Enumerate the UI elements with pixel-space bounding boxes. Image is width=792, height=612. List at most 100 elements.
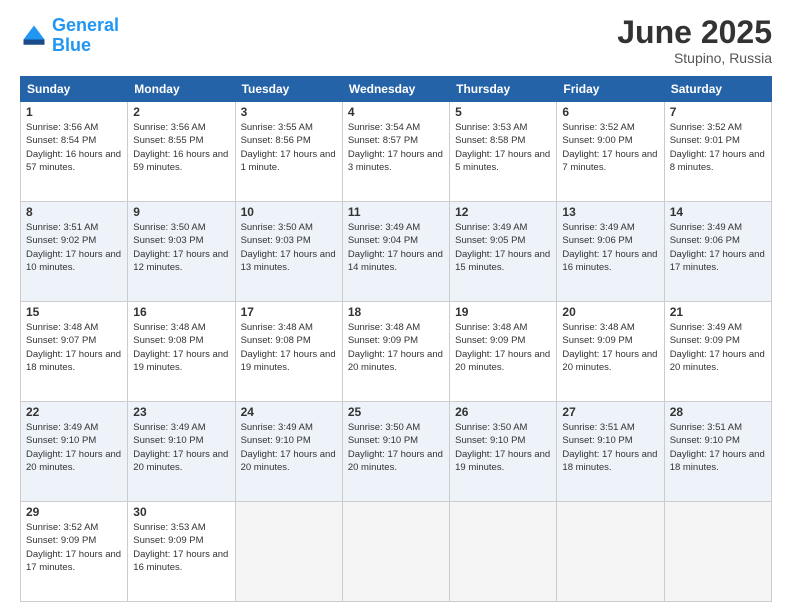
calendar-cell: 8Sunrise: 3:51 AMSunset: 9:02 PMDaylight… xyxy=(21,202,128,302)
calendar-cell: 9 Sunrise: 3:50 AMSunset: 9:03 PMDaylight… xyxy=(128,202,235,302)
day-info: Sunrise: 3:50 AMSunset: 9:03 PMDaylight:… xyxy=(133,221,229,274)
day-info: Sunrise: 3:49 AMSunset: 9:04 PMDaylight:… xyxy=(348,221,444,274)
day-number: 20 xyxy=(562,305,658,319)
day-number: 10 xyxy=(241,205,337,219)
day-info: Sunrise: 3:48 AMSunset: 9:07 PMDaylight:… xyxy=(26,321,122,374)
calendar-cell: 21 Sunrise: 3:49 AMSunset: 9:09 PMDayligh… xyxy=(664,302,771,402)
calendar-cell: 29 Sunrise: 3:52 AMSunset: 9:09 PMDayligh… xyxy=(21,502,128,602)
weekday-header-thursday: Thursday xyxy=(450,77,557,102)
calendar-week-3: 15 Sunrise: 3:48 AMSunset: 9:07 PMDayligh… xyxy=(21,302,772,402)
calendar-cell: 17Sunrise: 3:48 AMSunset: 9:08 PMDayligh… xyxy=(235,302,342,402)
weekday-header-wednesday: Wednesday xyxy=(342,77,449,102)
calendar-cell: 19 Sunrise: 3:48 AMSunset: 9:09 PMDayligh… xyxy=(450,302,557,402)
calendar-cell: 6 Sunrise: 3:52 AMSunset: 9:00 PMDaylight… xyxy=(557,102,664,202)
day-info: Sunrise: 3:52 AMSunset: 9:00 PMDaylight:… xyxy=(562,121,658,174)
day-number: 30 xyxy=(133,505,229,519)
day-info: Sunrise: 3:49 AMSunset: 9:10 PMDaylight:… xyxy=(241,421,337,474)
calendar-week-2: 8Sunrise: 3:51 AMSunset: 9:02 PMDaylight… xyxy=(21,202,772,302)
day-number: 28 xyxy=(670,405,766,419)
day-info: Sunrise: 3:49 AMSunset: 9:06 PMDaylight:… xyxy=(670,221,766,274)
calendar-cell xyxy=(664,502,771,602)
calendar-cell: 28 Sunrise: 3:51 AMSunset: 9:10 PMDayligh… xyxy=(664,402,771,502)
day-number: 7 xyxy=(670,105,766,119)
calendar-cell xyxy=(235,502,342,602)
calendar-cell: 7Sunrise: 3:52 AMSunset: 9:01 PMDaylight… xyxy=(664,102,771,202)
day-number: 15 xyxy=(26,305,122,319)
day-info: Sunrise: 3:48 AMSunset: 9:09 PMDaylight:… xyxy=(455,321,551,374)
calendar-cell xyxy=(557,502,664,602)
day-info: Sunrise: 3:55 AMSunset: 8:56 PMDaylight:… xyxy=(241,121,337,174)
calendar-cell: 24Sunrise: 3:49 AMSunset: 9:10 PMDayligh… xyxy=(235,402,342,502)
calendar-cell: 2 Sunrise: 3:56 AMSunset: 8:55 PMDaylight… xyxy=(128,102,235,202)
day-info: Sunrise: 3:49 AMSunset: 9:09 PMDaylight:… xyxy=(670,321,766,374)
weekday-header-friday: Friday xyxy=(557,77,664,102)
header: GeneralBlue June 2025 Stupino, Russia xyxy=(20,16,772,66)
logo: GeneralBlue xyxy=(20,16,119,56)
calendar-cell: 18Sunrise: 3:48 AMSunset: 9:09 PMDayligh… xyxy=(342,302,449,402)
weekday-header-sunday: Sunday xyxy=(21,77,128,102)
day-number: 9 xyxy=(133,205,229,219)
day-info: Sunrise: 3:50 AMSunset: 9:10 PMDaylight:… xyxy=(348,421,444,474)
day-number: 27 xyxy=(562,405,658,419)
day-number: 16 xyxy=(133,305,229,319)
logo-icon xyxy=(20,22,48,50)
day-info: Sunrise: 3:48 AMSunset: 9:08 PMDaylight:… xyxy=(133,321,229,374)
calendar-cell: 4 Sunrise: 3:54 AMSunset: 8:57 PMDaylight… xyxy=(342,102,449,202)
day-info: Sunrise: 3:52 AMSunset: 9:09 PMDaylight:… xyxy=(26,521,122,574)
weekday-header-tuesday: Tuesday xyxy=(235,77,342,102)
calendar-cell xyxy=(450,502,557,602)
weekday-header-monday: Monday xyxy=(128,77,235,102)
day-info: Sunrise: 3:49 AMSunset: 9:10 PMDaylight:… xyxy=(133,421,229,474)
day-number: 12 xyxy=(455,205,551,219)
day-number: 19 xyxy=(455,305,551,319)
calendar-cell: 16 Sunrise: 3:48 AMSunset: 9:08 PMDayligh… xyxy=(128,302,235,402)
calendar-cell: 22Sunrise: 3:49 AMSunset: 9:10 PMDayligh… xyxy=(21,402,128,502)
calendar-cell: 5 Sunrise: 3:53 AMSunset: 8:58 PMDaylight… xyxy=(450,102,557,202)
day-info: Sunrise: 3:50 AMSunset: 9:03 PMDaylight:… xyxy=(241,221,337,274)
month-title: June 2025 xyxy=(617,16,772,48)
day-info: Sunrise: 3:51 AMSunset: 9:10 PMDaylight:… xyxy=(670,421,766,474)
day-info: Sunrise: 3:48 AMSunset: 9:08 PMDaylight:… xyxy=(241,321,337,374)
calendar-cell: 30 Sunrise: 3:53 AMSunset: 9:09 PMDayligh… xyxy=(128,502,235,602)
day-number: 23 xyxy=(133,405,229,419)
day-number: 5 xyxy=(455,105,551,119)
day-number: 14 xyxy=(670,205,766,219)
calendar-cell: 13 Sunrise: 3:49 AMSunset: 9:06 PMDayligh… xyxy=(557,202,664,302)
calendar-cell: 3 Sunrise: 3:55 AMSunset: 8:56 PMDaylight… xyxy=(235,102,342,202)
day-number: 29 xyxy=(26,505,122,519)
day-number: 18 xyxy=(348,305,444,319)
calendar-cell: 23 Sunrise: 3:49 AMSunset: 9:10 PMDayligh… xyxy=(128,402,235,502)
calendar-cell: 26Sunrise: 3:50 AMSunset: 9:10 PMDayligh… xyxy=(450,402,557,502)
page: GeneralBlue June 2025 Stupino, Russia Su… xyxy=(0,0,792,612)
calendar-cell: 1 Sunrise: 3:56 AMSunset: 8:54 PMDaylight… xyxy=(21,102,128,202)
weekday-header-saturday: Saturday xyxy=(664,77,771,102)
day-number: 2 xyxy=(133,105,229,119)
day-info: Sunrise: 3:51 AMSunset: 9:10 PMDaylight:… xyxy=(562,421,658,474)
day-number: 1 xyxy=(26,105,122,119)
calendar-week-5: 29 Sunrise: 3:52 AMSunset: 9:09 PMDayligh… xyxy=(21,502,772,602)
title-area: June 2025 Stupino, Russia xyxy=(617,16,772,66)
day-info: Sunrise: 3:48 AMSunset: 9:09 PMDaylight:… xyxy=(562,321,658,374)
calendar-week-1: 1 Sunrise: 3:56 AMSunset: 8:54 PMDaylight… xyxy=(21,102,772,202)
day-info: Sunrise: 3:56 AMSunset: 8:54 PMDaylight:… xyxy=(26,121,122,174)
calendar-cell: 15 Sunrise: 3:48 AMSunset: 9:07 PMDayligh… xyxy=(21,302,128,402)
day-number: 13 xyxy=(562,205,658,219)
calendar-cell: 12Sunrise: 3:49 AMSunset: 9:05 PMDayligh… xyxy=(450,202,557,302)
calendar-cell: 27 Sunrise: 3:51 AMSunset: 9:10 PMDayligh… xyxy=(557,402,664,502)
calendar-cell xyxy=(342,502,449,602)
day-number: 21 xyxy=(670,305,766,319)
day-info: Sunrise: 3:50 AMSunset: 9:10 PMDaylight:… xyxy=(455,421,551,474)
day-number: 8 xyxy=(26,205,122,219)
day-number: 3 xyxy=(241,105,337,119)
calendar: SundayMondayTuesdayWednesdayThursdayFrid… xyxy=(20,76,772,602)
day-number: 22 xyxy=(26,405,122,419)
calendar-cell: 11 Sunrise: 3:49 AMSunset: 9:04 PMDayligh… xyxy=(342,202,449,302)
day-info: Sunrise: 3:56 AMSunset: 8:55 PMDaylight:… xyxy=(133,121,229,174)
day-number: 11 xyxy=(348,205,444,219)
day-info: Sunrise: 3:53 AMSunset: 8:58 PMDaylight:… xyxy=(455,121,551,174)
day-info: Sunrise: 3:53 AMSunset: 9:09 PMDaylight:… xyxy=(133,521,229,574)
day-number: 6 xyxy=(562,105,658,119)
day-info: Sunrise: 3:54 AMSunset: 8:57 PMDaylight:… xyxy=(348,121,444,174)
day-number: 4 xyxy=(348,105,444,119)
day-info: Sunrise: 3:49 AMSunset: 9:06 PMDaylight:… xyxy=(562,221,658,274)
